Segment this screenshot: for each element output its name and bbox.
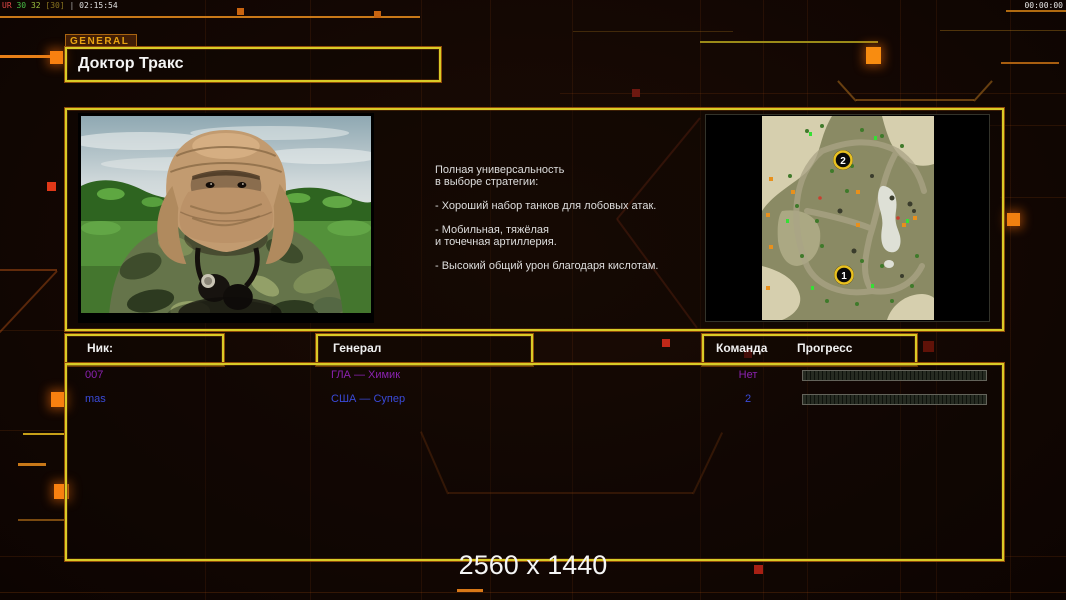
- bg-line: [1010, 0, 1011, 600]
- tab-general[interactable]: GENERAL: [65, 34, 137, 48]
- header-general-label: Генерал: [333, 341, 382, 355]
- player-team: Нет: [738, 369, 758, 381]
- bg-line: [1000, 197, 1066, 198]
- bg-line: [0, 592, 1066, 593]
- bg-diagonal: [0, 270, 58, 334]
- description-line: - Высокий общий урон благодаря кислотам.: [435, 260, 659, 272]
- bg-square: [50, 51, 63, 64]
- general-title-box: Доктор Тракс: [65, 47, 441, 82]
- player-nick: 007: [85, 369, 104, 381]
- description-line: - Мобильная, тяжёлая: [435, 224, 549, 236]
- stats-token: 32: [30, 1, 41, 10]
- progress-track: [802, 394, 987, 405]
- perf-stats-readout: UR 30 32 [30] | 02:15:54: [2, 1, 118, 10]
- bg-diagonal: [0, 269, 57, 271]
- bg-line: [573, 31, 733, 32]
- bg-line: [457, 589, 483, 592]
- bg-square: [51, 392, 66, 407]
- svg-text:1: 1: [841, 271, 847, 282]
- bg-square: [923, 341, 934, 352]
- player-general: США — Супер: [331, 393, 406, 405]
- player-general: ГЛА — Химик: [331, 369, 401, 381]
- player-team: 2: [744, 393, 752, 405]
- bg-line: [0, 330, 64, 331]
- background: UR 30 32 [30] | 02:15:54 00:00:00 GENERA…: [0, 0, 1066, 600]
- map-start-marker-1: 1: [833, 265, 854, 285]
- bg-diagonal: [856, 99, 974, 101]
- general-description: Полная универсальность в выборе стратеги…: [435, 164, 695, 272]
- header-progress-label: Прогресс: [797, 341, 853, 355]
- bg-line: [700, 41, 878, 43]
- bg-square: [866, 47, 881, 64]
- bg-square: [374, 11, 381, 18]
- stats-token: [30]: [45, 1, 65, 10]
- general-name: Доктор Тракс: [78, 55, 184, 72]
- general-info-panel: Полная универсальность в выборе стратеги…: [65, 108, 1004, 331]
- header-team-progress: Команда Прогресс: [702, 334, 917, 366]
- stats-token: |: [69, 1, 75, 10]
- resolution-label: 2560 x 1440: [458, 550, 608, 580]
- bg-square: [632, 89, 640, 97]
- progress-track: [802, 370, 987, 381]
- map-preview-frame: 2 1: [705, 114, 990, 322]
- general-portrait-frame: [78, 113, 374, 323]
- bg-line: [940, 30, 1066, 31]
- player-row: 007 ГЛА — Химик Нет: [67, 368, 998, 384]
- map-start-marker-2: 2: [832, 150, 853, 170]
- description-line: - Хороший набор танков для лобовых атак.: [435, 200, 657, 212]
- bg-square: [662, 339, 670, 347]
- svg-text:2: 2: [840, 156, 846, 167]
- player-row: mas США — Супер 2: [67, 392, 998, 408]
- bg-line: [23, 433, 65, 435]
- players-list-panel: 007 ГЛА — Химик Нет mas США — Супер 2: [65, 363, 1004, 561]
- bg-diagonal: [837, 80, 857, 102]
- bg-line: [1001, 62, 1059, 64]
- description-line: Полная универсальность: [435, 164, 565, 176]
- description-line: и точечная артиллерия.: [435, 236, 557, 248]
- header-general: Генерал: [316, 334, 533, 366]
- header-nick-label: Ник:: [87, 341, 114, 355]
- player-progress-bar: [802, 370, 987, 381]
- match-timer: 00:00:00: [1024, 1, 1063, 10]
- bg-square: [47, 182, 56, 191]
- stats-token: UR: [2, 1, 12, 10]
- stats-token: 30: [16, 1, 27, 10]
- stats-clock: 02:15:54: [79, 1, 118, 10]
- header-nick: Ник:: [65, 334, 224, 366]
- general-portrait-image: [81, 116, 371, 320]
- description-line: в выборе стратегии:: [435, 176, 539, 188]
- bg-line: [18, 519, 64, 521]
- bg-square: [237, 8, 244, 15]
- map-preview-image: 2 1: [761, 116, 934, 320]
- bg-diagonal: [973, 80, 993, 102]
- player-nick: mas: [85, 393, 106, 405]
- bg-square: [1007, 213, 1020, 226]
- bg-line: [0, 430, 64, 431]
- player-progress-bar: [802, 394, 987, 405]
- bg-line: [1006, 10, 1066, 12]
- bg-line: [18, 463, 46, 466]
- bg-line: [0, 16, 420, 18]
